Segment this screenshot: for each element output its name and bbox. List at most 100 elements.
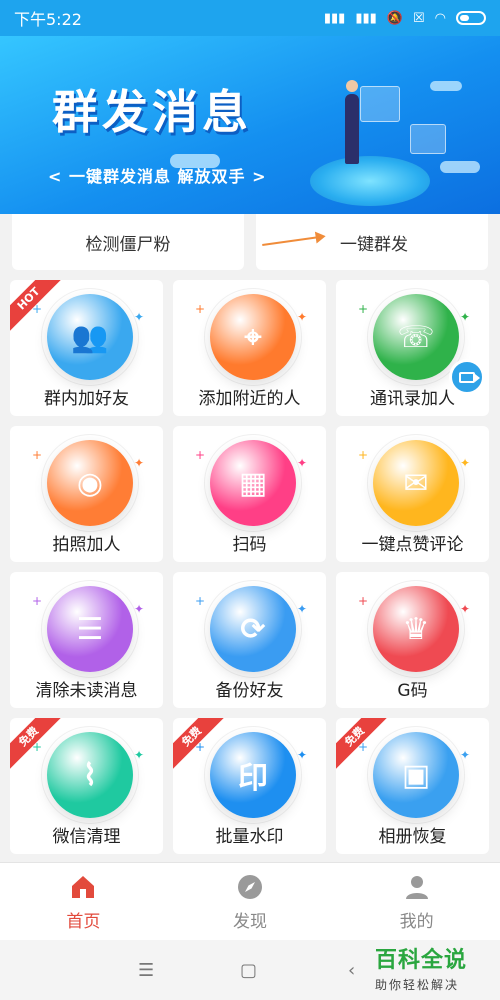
feature-tile-label: 一键点赞评论 — [361, 535, 464, 555]
sparkle-decoration: ✦ — [297, 748, 308, 762]
podium-decoration — [310, 156, 430, 206]
sparkle-decoration: ✦ — [460, 456, 471, 470]
feature-tile[interactable]: ✉ + ✦ 一键点赞评论 — [336, 426, 489, 562]
mute-icon: 🔕 — [386, 10, 403, 26]
feature-tile[interactable]: ▦ + ✦ 扫码 — [173, 426, 326, 562]
menu-icon[interactable]: ☰ — [138, 960, 154, 981]
watermark-title: 百科全说 — [375, 948, 468, 973]
battery-icon — [456, 11, 486, 25]
crown-icon: ♛ — [402, 611, 430, 647]
feature-tile-label: 批量水印 — [215, 827, 284, 847]
feature-tile[interactable]: ⌖ + ✦ 添加附近的人 — [173, 280, 326, 416]
home-square-icon[interactable]: ▢ — [240, 960, 257, 981]
detect-zombie-fans-button[interactable]: 检测僵尸粉 — [12, 214, 244, 270]
feature-tile[interactable]: 印 + ✦ 批量水印 免费 — [173, 718, 326, 854]
comment-icon: ✉ — [403, 465, 429, 501]
mass-send-label: 一键群发 — [340, 234, 408, 255]
compass-icon — [238, 875, 262, 899]
sparkle-decoration: ✦ — [134, 602, 145, 616]
qr-scan-icon: ▦ — [238, 465, 268, 501]
feature-tile-label: 备份好友 — [215, 681, 284, 701]
bottom-tab-bar: 首页 发现 我的 — [0, 862, 500, 940]
back-icon[interactable]: ‹ — [348, 960, 355, 981]
feature-tile-label: G码 — [397, 681, 428, 701]
feature-icon-circle: ◉ — [41, 434, 139, 532]
feature-icon-circle: ✉ — [367, 434, 465, 532]
sparkle-decoration: + — [358, 302, 369, 316]
feature-tile-label: 添加附近的人 — [198, 389, 301, 409]
sparkle-decoration: + — [195, 302, 206, 316]
feature-tile[interactable]: 👥 + ✦ 群内加好友 HOT — [10, 280, 163, 416]
feature-icon-circle: ☏ — [367, 288, 465, 386]
sparkle-decoration: + — [195, 594, 206, 608]
broom-icon: ⌇ — [82, 757, 98, 793]
photo-icon: ▣ — [401, 757, 431, 793]
feature-icon-circle: 印 — [204, 726, 302, 824]
sparkle-decoration: + — [358, 594, 369, 608]
feature-icon-circle: ⟳ — [204, 580, 302, 678]
tab-home-label: 首页 — [66, 912, 101, 932]
close-box-icon: ☒ — [413, 10, 425, 26]
tab-discover[interactable]: 发现 — [167, 863, 334, 940]
sparkle-decoration: ✦ — [297, 310, 308, 324]
feature-tile-label: 相册恢复 — [378, 827, 447, 847]
sparkle-decoration: ✦ — [134, 456, 145, 470]
feature-tile-label: 微信清理 — [52, 827, 121, 847]
stamp-icon: 印 — [238, 761, 268, 796]
feature-tile-label: 拍照加人 — [52, 535, 121, 555]
feature-tile[interactable]: ⟳ + ✦ 备份好友 — [173, 572, 326, 708]
sparkle-decoration: + — [358, 448, 369, 462]
feature-tile-label: 扫码 — [232, 535, 267, 555]
add-user-icon: 👥 — [71, 319, 109, 355]
promo-banner[interactable]: 群发消息 < 一键群发消息 解放双手 > — [0, 36, 500, 214]
feature-icon-circle: 👥 — [41, 288, 139, 386]
status-bar: 下午5:22 ▮▮▮ ▮▮▮ 🔕 ☒ ◠ — [0, 0, 500, 36]
feature-icon-circle: ▦ — [204, 434, 302, 532]
chart-panel-decoration — [360, 86, 400, 122]
feature-tile[interactable]: ☰ + ✦ 清除未读消息 — [10, 572, 163, 708]
sparkle-decoration: ✦ — [460, 310, 471, 324]
feature-tile[interactable]: ☏ + ✦ 通讯录加人 — [336, 280, 489, 416]
message-icon: ☰ — [76, 611, 104, 647]
location-icon: ⌖ — [244, 319, 262, 355]
banner-subtitle: < 一键群发消息 解放双手 > — [48, 167, 267, 186]
tab-home[interactable]: 首页 — [0, 863, 167, 940]
tab-discover-label: 发现 — [233, 912, 267, 932]
feature-tile-label: 群内加好友 — [44, 389, 129, 409]
watermark-subtitle: 助你轻松解决 — [375, 978, 460, 992]
status-icons: ▮▮▮ ▮▮▮ 🔕 ☒ ◠ — [324, 11, 486, 26]
feature-tile[interactable]: ⌇ + ✦ 微信清理 免费 — [10, 718, 163, 854]
video-call-button[interactable] — [449, 359, 485, 395]
tab-profile-label: 我的 — [399, 912, 434, 932]
sparkle-decoration: ✦ — [134, 748, 145, 762]
chart-panel-decoration — [410, 124, 446, 154]
wifi-icon: ◠ — [434, 10, 446, 26]
cloud-decoration — [430, 81, 462, 91]
feature-icon-circle: ⌇ — [41, 726, 139, 824]
video-camera-icon — [459, 371, 480, 383]
contacts-icon: ☏ — [397, 319, 435, 355]
feature-tile[interactable]: ▣ + ✦ 相册恢复 免费 — [336, 718, 489, 854]
sparkle-decoration: + — [32, 594, 43, 608]
sparkle-decoration: ✦ — [460, 748, 471, 762]
feature-icon-circle: ☰ — [41, 580, 139, 678]
profile-icon — [405, 876, 428, 899]
cloud-decoration — [440, 161, 480, 173]
tab-profile[interactable]: 我的 — [333, 863, 500, 940]
watermark: 百科全说 助你轻松解决 — [375, 942, 500, 993]
home-icon — [72, 876, 95, 898]
status-time: 下午5:22 — [14, 10, 82, 29]
feature-tile[interactable]: ♛ + ✦ G码 — [336, 572, 489, 708]
sparkle-decoration: ✦ — [460, 602, 471, 616]
sparkle-decoration: + — [32, 448, 43, 462]
feature-icon-circle: ♛ — [367, 580, 465, 678]
sparkle-decoration: ✦ — [134, 310, 145, 324]
sparkle-decoration: + — [195, 448, 206, 462]
feature-tile-label: 清除未读消息 — [35, 681, 138, 701]
signal-icon-2: ▮▮▮ — [355, 10, 377, 26]
camera-icon: ◉ — [76, 465, 104, 501]
feature-tile[interactable]: ◉ + ✦ 拍照加人 — [10, 426, 163, 562]
banner-title: 群发消息 — [52, 85, 252, 139]
sparkle-decoration: ✦ — [297, 602, 308, 616]
sparkle-decoration: ✦ — [297, 456, 308, 470]
